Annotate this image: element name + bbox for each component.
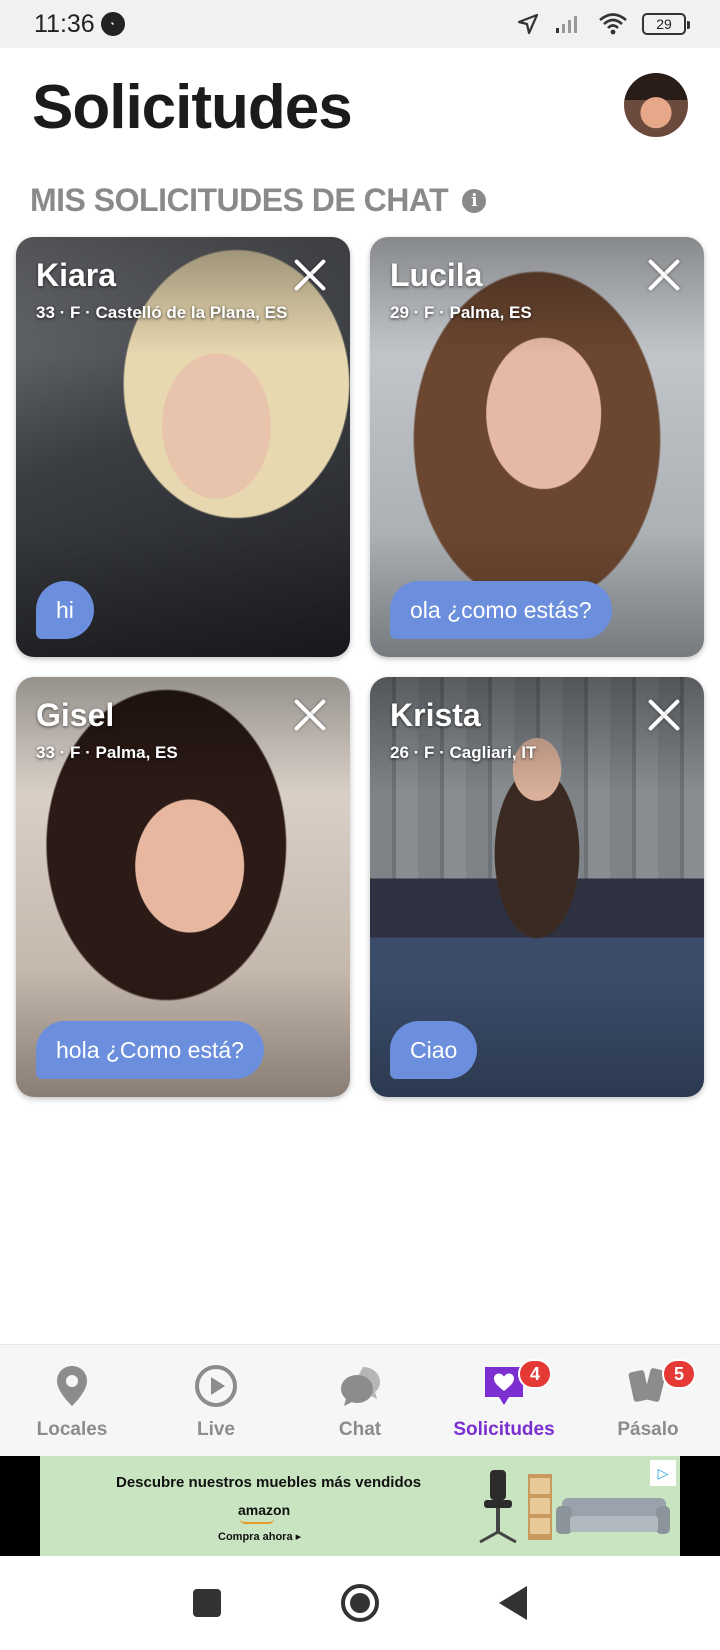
message-bubble[interactable]: hola ¿Como está? [36,1021,264,1079]
ad-furniture-image [479,1470,670,1544]
battery-icon: 29 [642,13,690,35]
recents-button[interactable] [193,1589,221,1617]
request-meta: 26 · F · Cagliari, IT [390,743,537,762]
nav-label: Locales [36,1419,108,1440]
play-circle-icon [195,1365,237,1407]
request-card[interactable]: Krista 26 · F · Cagliari, IT Ciao [370,677,704,1097]
status-bar: 11:36 29 [0,0,720,48]
request-meta: 33 · F · Palma, ES [36,743,178,762]
request-card[interactable]: Kiara 33 · F · Castelló de la Plana, ES … [16,237,350,657]
nav-chat[interactable]: Chat [288,1345,432,1456]
request-meta: 29 · F · Palma, ES [390,303,532,322]
nav-pasalo[interactable]: Pásalo 5 [576,1345,720,1456]
nav-live[interactable]: Live [144,1345,288,1456]
section-title-text: MIS SOLICITUDES DE CHAT [30,182,449,218]
message-bubble[interactable]: hi [36,581,94,639]
system-nav-bar [0,1556,720,1650]
request-name: Lucila [390,257,483,293]
page-title: Solicitudes [32,73,353,142]
nav-label: Solicitudes [453,1419,555,1440]
nav-label: Chat [338,1419,382,1440]
message-bubble[interactable]: Ciao [390,1021,478,1079]
avatar[interactable] [624,73,688,137]
requests-grid: Kiara 33 · F · Castelló de la Plana, ES … [16,237,704,1097]
request-card[interactable]: Lucila 29 · F · Palma, ES ola ¿como está… [370,237,704,657]
location-arrow-icon [517,13,539,35]
wifi-icon [599,13,627,35]
signal-icon [556,16,577,33]
back-button[interactable] [499,1586,527,1620]
notification-badge: 4 [518,1359,552,1389]
nav-locales[interactable]: Locales [0,1345,144,1456]
info-icon[interactable]: i [462,188,487,213]
nav-solicitudes[interactable]: Solicitudes 4 [432,1345,576,1456]
status-time: 11:36 [34,9,95,38]
bottom-nav: Locales Live Chat Solicitudes 4 Pásalo 5 [0,1344,720,1456]
location-pin-icon [57,1366,87,1406]
request-card[interactable]: Gisel 33 · F · Palma, ES hola ¿Como está… [16,677,350,1097]
ad-brand-logo: amazon [238,1502,291,1524]
chat-bubbles-icon [341,1367,380,1406]
ad-headline: Descubre nuestros muebles más vendidos [116,1474,422,1491]
request-name: Krista [390,697,481,733]
close-icon[interactable] [292,257,328,293]
request-meta: 33 · F · Castelló de la Plana, ES [36,303,288,322]
request-name: Kiara [36,257,117,293]
message-bubble[interactable]: ola ¿como estás? [390,581,612,639]
request-name: Gisel [36,697,115,733]
home-button[interactable] [341,1584,379,1622]
ad-banner[interactable]: Descubre nuestros muebles más vendidos a… [0,1456,720,1556]
ad-content[interactable]: Descubre nuestros muebles más vendidos a… [40,1456,680,1556]
notification-badge: 5 [662,1359,696,1389]
nav-label: Live [196,1419,236,1440]
section-title: MIS SOLICITUDES DE CHAT i [30,182,487,219]
ad-cta[interactable]: Compra ahora ▸ [218,1530,301,1543]
close-icon[interactable] [646,697,682,733]
nav-label: Pásalo [617,1419,679,1440]
messenger-notification-icon [100,12,125,36]
close-icon[interactable] [292,697,328,733]
ad-choices-icon[interactable]: ▷ [650,1460,676,1486]
close-icon[interactable] [646,257,682,293]
